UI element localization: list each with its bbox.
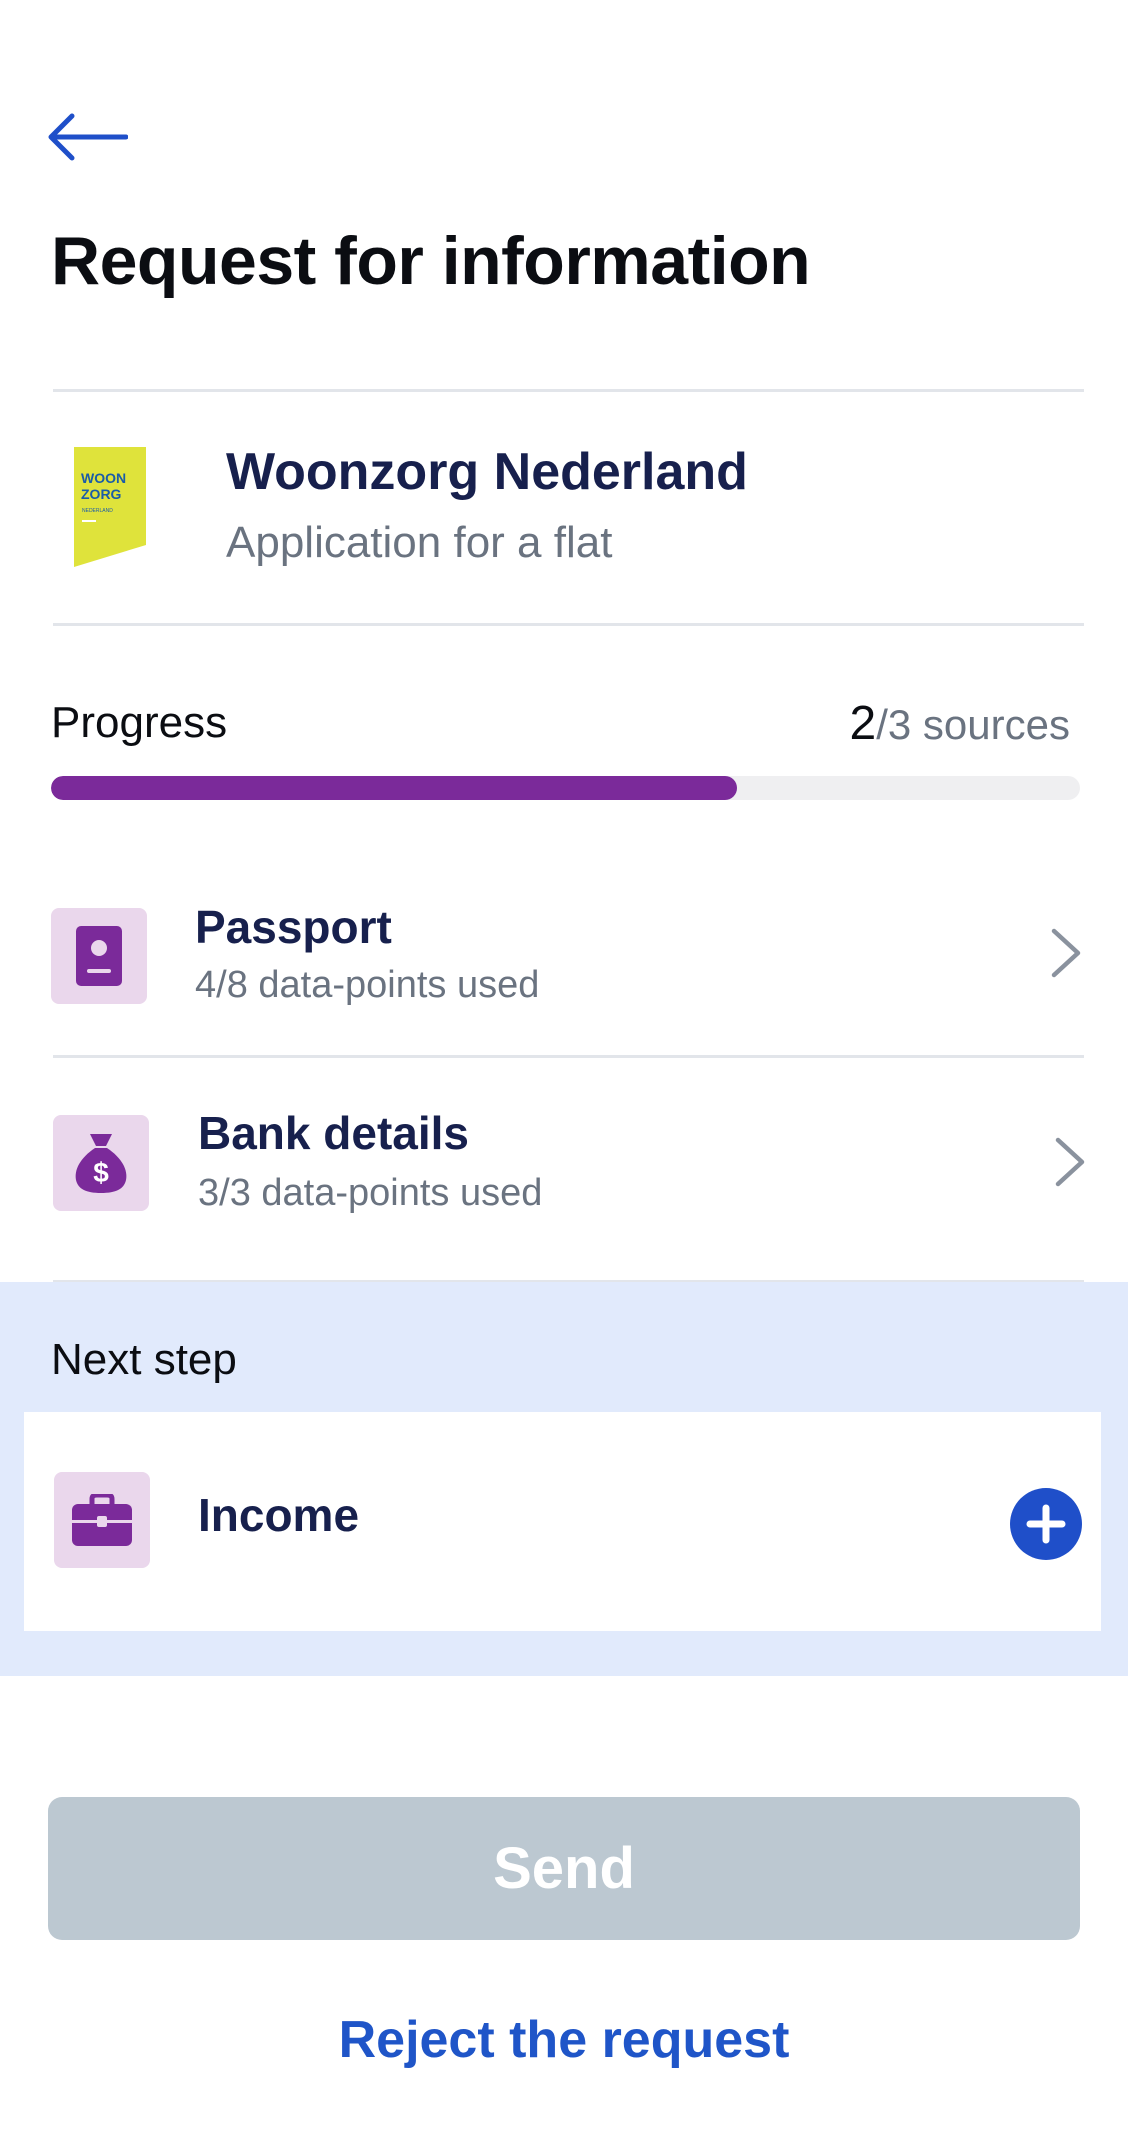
svg-text:$: $ [93, 1157, 109, 1188]
divider [53, 1055, 1084, 1058]
source-title-passport: Passport [195, 901, 392, 953]
source-subtitle-passport: 4/8 data-points used [195, 964, 540, 1006]
next-step-section: Next step Income [0, 1282, 1128, 1676]
progress-bar-fill [51, 776, 738, 800]
chevron-right-icon [1055, 1137, 1085, 1187]
back-button[interactable] [46, 104, 138, 170]
organization-name: Woonzorg Nederland [226, 443, 748, 501]
logo-text-line1: WOON [81, 470, 126, 486]
passport-icon [76, 926, 122, 986]
source-row-bank-details[interactable]: $ Bank details 3/3 data-points used [0, 1076, 1128, 1246]
plus-icon [1026, 1504, 1066, 1544]
source-row-passport[interactable]: Passport 4/8 data-points used [0, 868, 1128, 1038]
briefcase-icon-tile [54, 1472, 150, 1568]
progress-done-count: 2 [849, 697, 877, 750]
chevron-right-icon [1051, 928, 1081, 978]
passport-icon-tile [51, 908, 147, 1004]
progress-count: 2/3 sources [850, 696, 1070, 751]
source-subtitle-bank-details: 3/3 data-points used [198, 1172, 543, 1214]
page-title: Request for information [51, 223, 811, 299]
organization-subtitle: Application for a flat [226, 518, 613, 567]
arrow-left-icon [48, 113, 128, 161]
money-bag-icon: $ [75, 1134, 127, 1193]
logo-text-line3: NEDERLAND [82, 508, 113, 514]
progress-bar [51, 776, 1080, 800]
logo-text-line2: ZORG [81, 486, 122, 502]
organization-logo: WOON ZORG NEDERLAND [74, 447, 146, 567]
briefcase-icon [72, 1494, 132, 1546]
request-page: Request for information WOON ZORG NEDERL… [0, 0, 1128, 2142]
next-step-item-income[interactable]: Income [24, 1412, 1101, 1631]
divider [53, 389, 1084, 392]
progress-label: Progress [51, 698, 228, 747]
reject-request-link[interactable]: Reject the request [0, 2010, 1128, 2070]
progress-total-text: /3 sources [876, 701, 1070, 748]
money-bag-icon-tile: $ [53, 1115, 149, 1211]
next-step-title-income: Income [198, 1489, 360, 1541]
divider [53, 623, 1084, 626]
next-step-label: Next step [51, 1335, 237, 1384]
add-income-button[interactable] [1010, 1488, 1082, 1560]
send-button[interactable]: Send [48, 1797, 1080, 1940]
source-title-bank-details: Bank details [198, 1107, 469, 1159]
